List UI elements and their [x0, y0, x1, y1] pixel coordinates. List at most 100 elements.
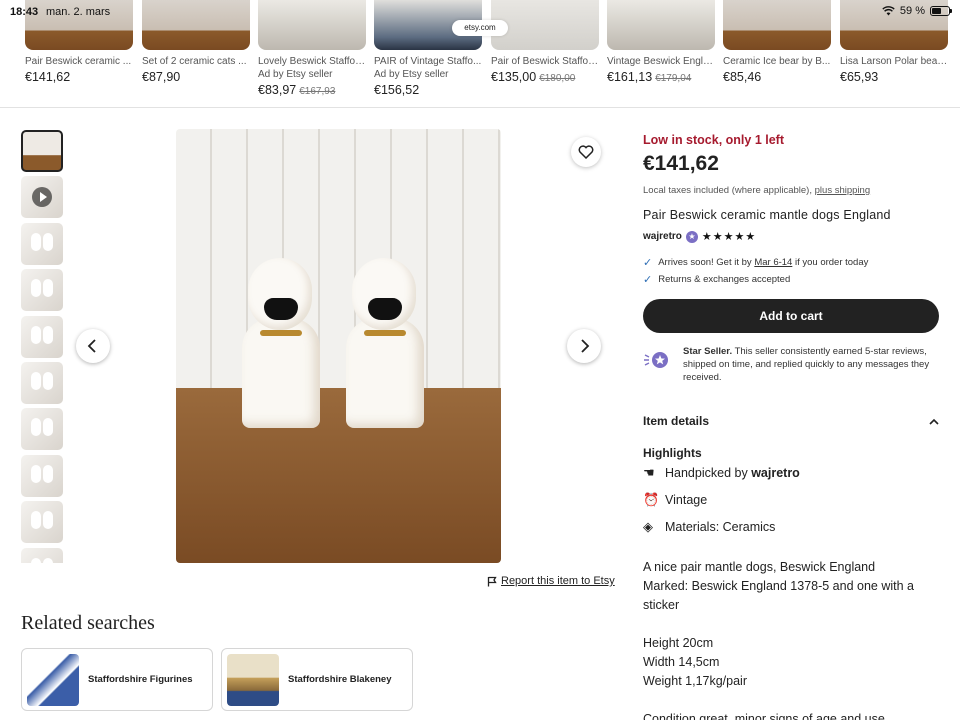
- dog-figurine-left: [238, 258, 324, 428]
- check-icon: ✓: [643, 257, 653, 269]
- add-to-cart-button[interactable]: Add to cart: [643, 299, 939, 333]
- star-seller-info: Star Seller. This seller consistently ea…: [643, 345, 939, 384]
- card-price: €141,62: [25, 70, 71, 84]
- star-seller-icon: [643, 345, 673, 375]
- rating-stars[interactable]: ★★★★★: [702, 230, 756, 243]
- card-title: Set of 2 ceramic cats ...: [142, 56, 247, 67]
- related-search-card[interactable]: Staffordshire Figurines: [21, 648, 213, 711]
- card-price: €87,90: [142, 70, 181, 84]
- related-searches-heading: Related searches: [21, 612, 155, 634]
- highlight-item: ☚ Handpicked by wajretro: [643, 465, 939, 481]
- thumbnail-image[interactable]: [21, 408, 63, 451]
- chevron-up-icon: [929, 418, 939, 425]
- product-description: A nice pair mantle dogs, Beswick England…: [643, 558, 939, 720]
- star-seller-badge-icon: ★: [685, 230, 698, 243]
- clock: 18:43: [10, 6, 39, 18]
- thumbnail-image[interactable]: [21, 222, 63, 265]
- status-icons: 59 %: [882, 5, 952, 17]
- thumbnail-image[interactable]: [21, 454, 63, 497]
- card-price: €156,52: [374, 83, 420, 97]
- description-spacer: [643, 691, 939, 710]
- highlight-text: Materials: Ceramics: [665, 520, 776, 534]
- heart-icon: [578, 145, 594, 159]
- play-icon: [32, 187, 52, 208]
- main-product-image[interactable]: [176, 129, 501, 563]
- highlights-heading: Highlights: [643, 446, 702, 460]
- highlight-seller-link[interactable]: wajretro: [751, 466, 800, 480]
- thumbnail-image[interactable]: [21, 130, 63, 172]
- seller-name[interactable]: wajretro: [643, 231, 682, 242]
- returns-text: Returns & exchanges accepted: [658, 274, 791, 285]
- wooden-shelf: [176, 388, 501, 563]
- report-link[interactable]: Report this item to Etsy: [487, 575, 615, 587]
- highlight-item: ◈ Materials: Ceramics: [643, 519, 939, 535]
- thumbnail-image[interactable]: [21, 547, 63, 563]
- card-price: €161,13 €179,04: [607, 70, 692, 84]
- date: man. 2. mars: [46, 6, 111, 18]
- description-line: A nice pair mantle dogs, Beswick England: [643, 560, 876, 574]
- arrival-date[interactable]: Mar 6-14: [754, 257, 792, 268]
- thumbnail-image[interactable]: [21, 315, 63, 358]
- card-price: €65,93: [840, 70, 879, 84]
- product-price: €141,62: [643, 152, 719, 175]
- description-line: Width 14,5cm: [643, 655, 720, 669]
- wifi-icon: [882, 6, 895, 16]
- arrival-text: Arrives soon! Get it by Mar 6-14 if you …: [658, 257, 869, 268]
- card-title: Vintage Beswick Engla...: [607, 56, 715, 67]
- video-thumbnail[interactable]: [21, 176, 63, 219]
- next-image-button[interactable]: [567, 329, 601, 363]
- item-details-label: Item details: [643, 414, 710, 428]
- stock-notice: Low in stock, only 1 left: [643, 133, 784, 147]
- description-line: Marked: Beswick England 1378-5 and one w…: [643, 579, 914, 612]
- old-price: €167,93: [299, 86, 336, 97]
- layers-icon: ◈: [643, 519, 653, 534]
- thumbnail-strip: [21, 130, 63, 563]
- ad-label: Ad by Etsy seller: [374, 69, 449, 80]
- description-line: Weight 1,17kg/pair: [643, 674, 747, 688]
- highlight-text: Handpicked by wajretro: [665, 466, 800, 480]
- card-price: €83,97 €167,93: [258, 83, 336, 97]
- related-search-card[interactable]: Staffordshire Blakeney: [221, 648, 413, 711]
- product-title: Pair Beswick ceramic mantle dogs England: [643, 208, 891, 222]
- hand-icon: ☚: [643, 465, 655, 480]
- card-title: Pair Beswick ceramic ...: [25, 56, 132, 67]
- flag-icon: [487, 576, 497, 586]
- item-details-toggle[interactable]: Item details: [643, 414, 939, 428]
- description-line: Condition great, minor signs of age and …: [643, 712, 885, 720]
- card-title: Lisa Larson Polar bear ...: [840, 56, 948, 67]
- seller-row: wajretro ★ ★★★★★: [643, 230, 939, 243]
- favorite-button[interactable]: [571, 137, 601, 167]
- arrival-info: ✓ Arrives soon! Get it by Mar 6-14 if yo…: [643, 256, 939, 269]
- url-pill[interactable]: etsy.com: [452, 20, 508, 36]
- card-title: Lovely Beswick Staffor...: [258, 56, 366, 67]
- taxes-note: Local taxes included (where applicable),…: [643, 185, 939, 196]
- ad-label: Ad by Etsy seller: [258, 69, 333, 80]
- thumbnail-image[interactable]: [21, 269, 63, 312]
- thumbnail-image[interactable]: [21, 361, 63, 404]
- related-search-image: [227, 653, 279, 706]
- chevron-left-icon: [87, 339, 96, 353]
- related-search-label: Staffordshire Blakeney: [288, 674, 392, 685]
- dog-figurine-right: [342, 258, 428, 428]
- related-search-image: [27, 653, 79, 706]
- returns-info: ✓ Returns & exchanges accepted: [643, 273, 939, 286]
- description-spacer: [643, 615, 939, 634]
- old-price: €179,04: [655, 73, 692, 84]
- battery-percent: 59 %: [899, 5, 925, 17]
- chevron-right-icon: [581, 339, 590, 353]
- highlight-text: Vintage: [665, 493, 708, 507]
- card-title: Ceramic Ice bear by B...: [723, 56, 831, 67]
- report-link-text: Report this item to Etsy: [501, 575, 615, 587]
- old-price: €180,00: [539, 73, 576, 84]
- taxes-text: Local taxes included (where applicable),: [643, 185, 812, 196]
- thumbnail-image[interactable]: [21, 501, 63, 544]
- alarm-clock-icon: ⏰: [643, 492, 660, 507]
- card-title: Pair of Beswick Staffor...: [491, 56, 599, 67]
- previous-image-button[interactable]: [76, 329, 110, 363]
- highlight-item: ⏰ Vintage: [643, 492, 939, 508]
- card-price: €85,46: [723, 70, 762, 84]
- shipping-link[interactable]: plus shipping: [815, 185, 870, 196]
- battery-icon: [930, 6, 952, 16]
- card-title: PAIR of Vintage Staffo...: [374, 56, 482, 67]
- star-seller-text: Star Seller. This seller consistently ea…: [683, 346, 930, 383]
